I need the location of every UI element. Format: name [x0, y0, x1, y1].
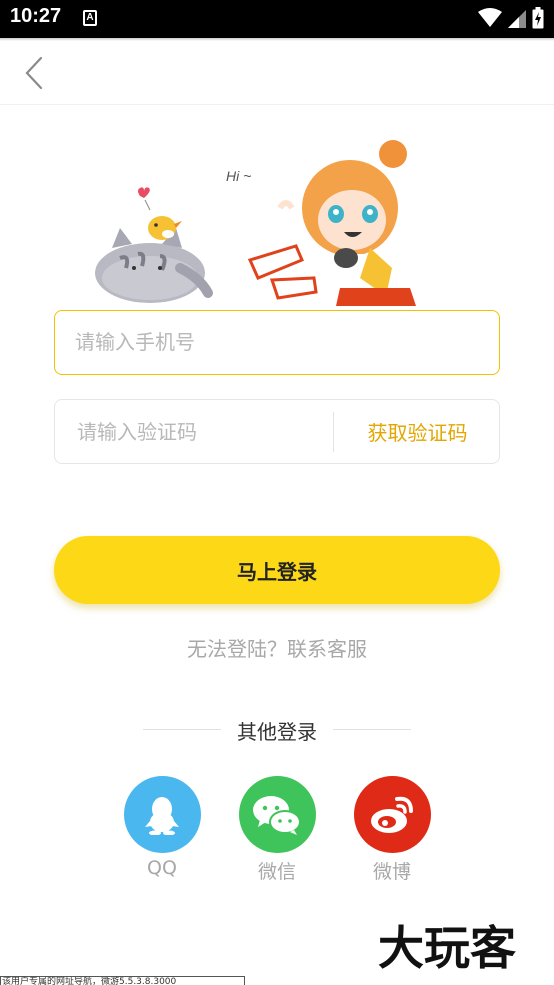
svg-text:大玩客: 大玩客 [378, 921, 516, 975]
status-bar: 10:27 A [0, 0, 554, 38]
verification-code-field[interactable]: 获取验证码 [54, 399, 500, 464]
heart-icon [138, 187, 150, 198]
bottom-tooltip: 该用户专属的网址导航，微游5.5.3.8.3000 [0, 976, 245, 985]
verification-code-input[interactable] [77, 400, 327, 463]
get-code-button[interactable]: 获取验证码 [345, 400, 490, 463]
phone-input[interactable] [75, 311, 475, 373]
weibo-label: 微博 [372, 861, 411, 883]
svg-text:Hi ~: Hi ~ [226, 168, 251, 184]
chevron-left-icon [25, 56, 43, 90]
weibo-circle[interactable] [353, 776, 431, 853]
anime-girl-mascot [247, 140, 416, 306]
wechat-icon [253, 795, 301, 835]
login-button[interactable]: 马上登录 [54, 536, 500, 604]
qq-label: QQ [147, 857, 177, 879]
header [0, 41, 554, 105]
battery-icon [532, 7, 544, 29]
wifi-icon [478, 8, 502, 27]
back-button[interactable] [14, 51, 54, 95]
code-divider [333, 412, 334, 452]
weibo-icon [371, 796, 413, 833]
mascot-graphic: Hi ~ [95, 140, 416, 306]
contact-support-link[interactable]: 无法登陆？联系客服 [0, 633, 554, 662]
wechat-circle[interactable] [238, 776, 316, 853]
qq-penguin-icon [145, 796, 179, 835]
status-time: 10:27 [10, 5, 62, 27]
status-icons [478, 7, 544, 29]
other-login-title: 其他登录 [237, 720, 317, 744]
phone-field[interactable] [54, 310, 500, 375]
mascot-illustration: Hi ~ [90, 128, 470, 313]
signal-icon [508, 10, 526, 28]
qq-login-button[interactable]: QQ [123, 776, 201, 879]
wechat-login-button[interactable]: 微信 [238, 776, 316, 884]
weibo-login-button[interactable]: 微博 [353, 776, 431, 884]
notification-a-icon: A [83, 10, 97, 26]
watermark-logo: 大玩客 [377, 916, 548, 976]
wechat-label: 微信 [257, 861, 296, 883]
cat-mascot [95, 228, 213, 303]
qq-circle[interactable] [123, 776, 201, 853]
